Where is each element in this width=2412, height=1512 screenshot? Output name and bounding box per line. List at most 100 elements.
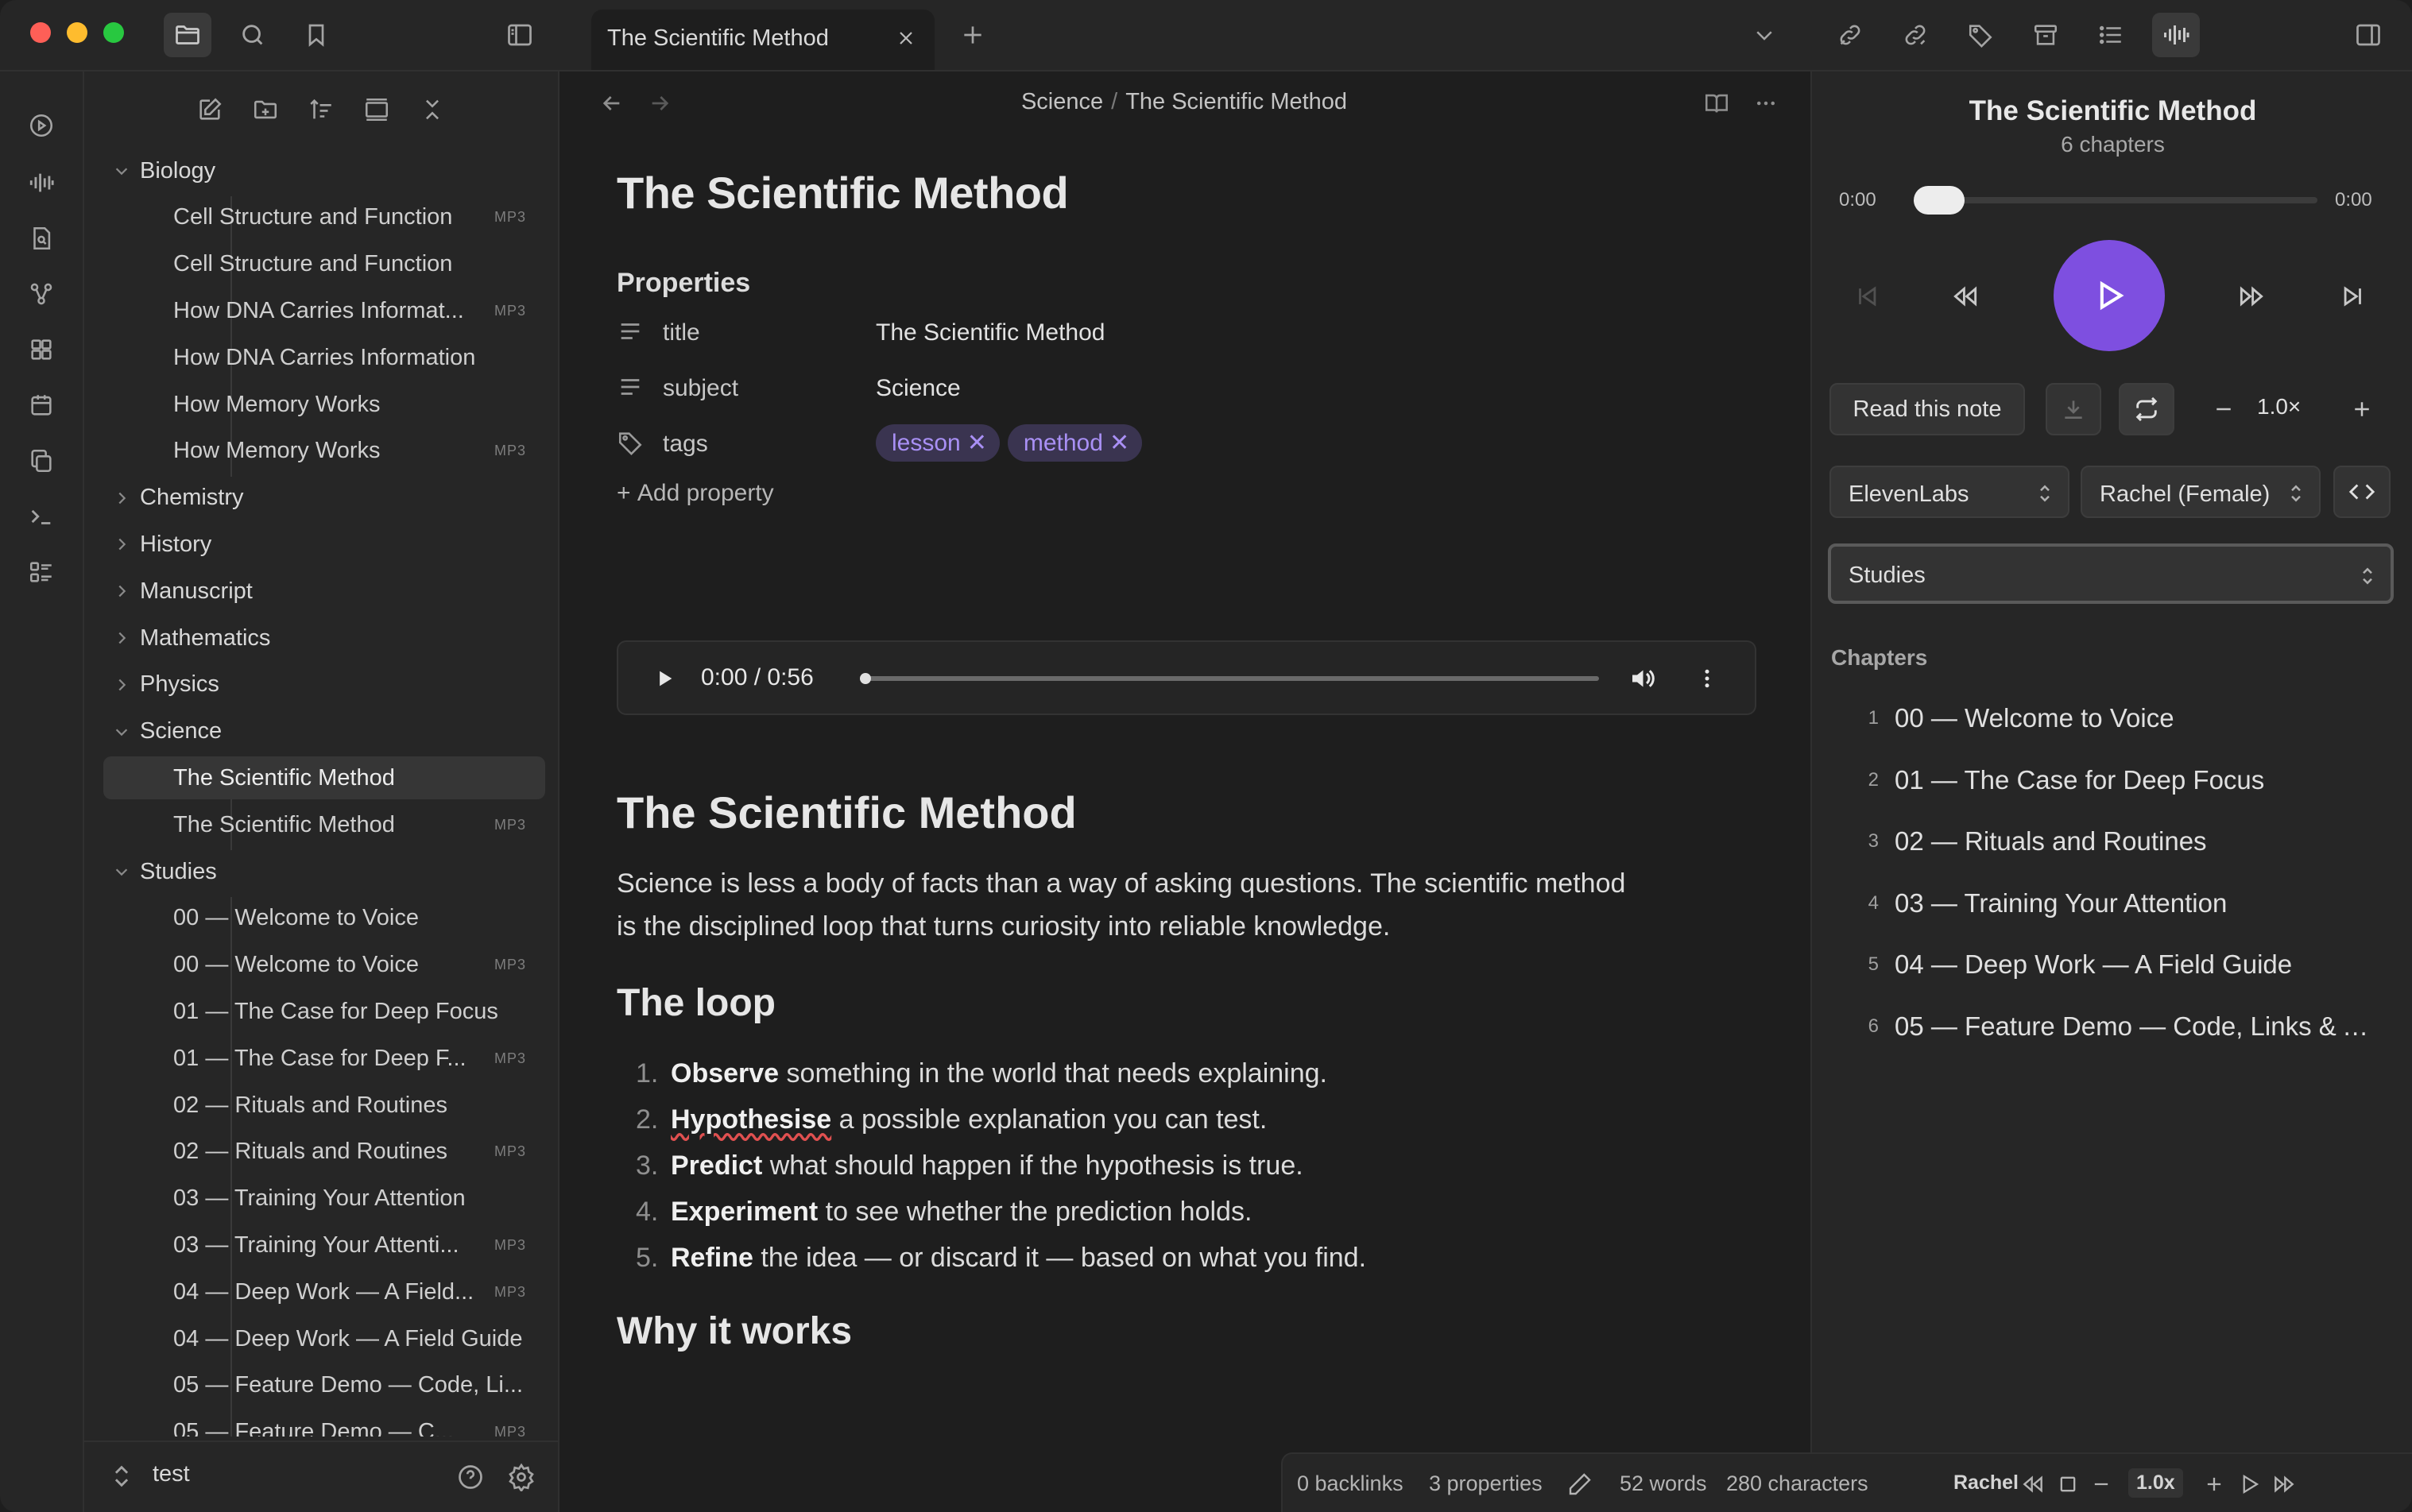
tts-provider-select[interactable]: ElevenLabs — [1829, 466, 2069, 518]
note-title[interactable]: The Scientific Method — [617, 167, 1753, 218]
status-play-button[interactable] — [2233, 1468, 2265, 1500]
remove-tag-icon[interactable]: ✕ — [1109, 430, 1129, 456]
file-item[interactable]: 00 — Welcome to Voice — [103, 897, 545, 940]
fast-forward-button[interactable] — [2224, 269, 2279, 324]
outgoing-links-button[interactable] — [1891, 13, 1939, 57]
file-item[interactable]: How Memory Works — [103, 383, 545, 426]
file-item[interactable]: 05 — Feature Demo — C... MP3 — [103, 1411, 545, 1437]
folder-item[interactable]: Manuscript — [103, 570, 545, 613]
list-item[interactable]: 1. Observe something in the world that ne… — [617, 1050, 1650, 1096]
search-view-button[interactable] — [229, 13, 277, 57]
player-seek-bar[interactable] — [1914, 197, 2317, 203]
folder-item[interactable]: Physics — [103, 663, 545, 706]
status-rewind-button[interactable] — [2017, 1468, 2049, 1500]
download-button[interactable] — [2046, 383, 2101, 435]
property-key[interactable]: title — [663, 319, 700, 346]
properties-count[interactable]: 3 properties — [1429, 1471, 1543, 1496]
status-slower-button[interactable] — [2085, 1468, 2117, 1500]
file-item[interactable]: How Memory Works MP3 — [103, 430, 545, 473]
file-item[interactable]: 04 — Deep Work — A Field Guide — [103, 1317, 545, 1360]
help-button[interactable] — [451, 1458, 490, 1496]
list-item[interactable]: 5. Refine the idea — or discard it — base… — [617, 1235, 1650, 1281]
bookmarks-view-button[interactable] — [292, 13, 340, 57]
graph-view-button[interactable] — [17, 272, 65, 316]
reading-view-button[interactable] — [1696, 83, 1737, 124]
zoom-window-button[interactable] — [103, 22, 124, 43]
chapter-item[interactable]: 1 00 — Welcome to Voice — [1831, 690, 2387, 745]
read-this-note-button[interactable]: Read this note — [1829, 383, 2025, 435]
breadcrumb-note[interactable]: The Scientific Method — [1125, 89, 1347, 114]
command-palette-button[interactable] — [17, 494, 65, 539]
intro-paragraph[interactable]: Science is less a body of facts than a w… — [617, 862, 1650, 948]
file-item[interactable]: How DNA Carries Information — [103, 336, 545, 379]
open-quick-switcher-button[interactable] — [17, 103, 65, 148]
new-folder-button[interactable] — [243, 87, 288, 132]
breadcrumb-folder[interactable]: Science — [1021, 89, 1103, 114]
add-property-button[interactable]: + Add property — [617, 480, 1753, 507]
vault-name[interactable]: test — [153, 1461, 190, 1487]
speed-up-button[interactable] — [2340, 383, 2384, 435]
embed-code-button[interactable] — [2333, 466, 2391, 518]
remove-tag-icon[interactable]: ✕ — [967, 430, 987, 456]
edit-mode-icon[interactable] — [1564, 1468, 1596, 1500]
voice-select[interactable]: Rachel (Female) — [2081, 466, 2321, 518]
tag-pill[interactable]: method ✕ — [1007, 424, 1143, 462]
status-stop-button[interactable] — [2052, 1468, 2084, 1500]
audio-play-button[interactable] — [647, 661, 682, 696]
loop-heading[interactable]: The loop — [617, 981, 1650, 1025]
tab-list-button[interactable] — [1740, 13, 1788, 57]
folder-item[interactable]: Science — [103, 710, 545, 753]
backlinks-button[interactable] — [1826, 13, 1874, 57]
tags-button[interactable] — [1957, 13, 2004, 57]
properties-heading[interactable]: Properties — [617, 268, 1753, 299]
backlinks-count[interactable]: 0 backlinks — [1297, 1471, 1403, 1496]
collapse-all-button[interactable] — [410, 87, 455, 132]
audio-seek-thumb[interactable] — [860, 673, 871, 684]
player-seek-thumb[interactable] — [1914, 186, 1965, 215]
file-item[interactable]: 03 — Training Your Attention — [103, 1178, 545, 1220]
new-note-button[interactable] — [188, 87, 232, 132]
folder-item[interactable]: History — [103, 523, 545, 566]
chapter-item[interactable]: 3 02 — Rituals and Routines — [1831, 813, 2387, 868]
tag-pill[interactable]: lesson ✕ — [876, 424, 1000, 462]
status-voice[interactable]: Rachel — [1953, 1471, 2019, 1495]
file-item[interactable]: 01 — The Case for Deep F... MP3 — [103, 1037, 545, 1080]
status-forward-button[interactable] — [2268, 1468, 2300, 1500]
canvas-button[interactable] — [17, 327, 65, 372]
file-item[interactable]: Cell Structure and Function MP3 — [103, 196, 545, 239]
templates-button[interactable] — [17, 439, 65, 483]
folder-item[interactable]: Biology — [103, 149, 545, 192]
collapse-view-button[interactable] — [354, 87, 399, 132]
next-chapter-button[interactable] — [2325, 269, 2381, 324]
file-item[interactable]: 00 — Welcome to Voice MP3 — [103, 944, 545, 987]
list-item[interactable]: 2. Hypothesise a possible explanation you… — [617, 1096, 1650, 1143]
daily-note-button[interactable] — [17, 383, 65, 427]
toggle-left-sidebar-button[interactable] — [496, 13, 544, 57]
file-item[interactable]: 02 — Rituals and Routines MP3 — [103, 1131, 545, 1174]
speed-down-button[interactable] — [2201, 383, 2246, 435]
vault-switcher-icon[interactable] — [111, 1463, 132, 1494]
checklist-button[interactable] — [17, 550, 65, 594]
file-item[interactable]: 01 — The Case for Deep Focus — [103, 990, 545, 1033]
close-window-button[interactable] — [30, 22, 51, 43]
sort-button[interactable] — [299, 87, 343, 132]
file-item[interactable]: 05 — Feature Demo — Code, Li... — [103, 1364, 545, 1407]
status-faster-button[interactable] — [2198, 1468, 2230, 1500]
play-button[interactable] — [2054, 240, 2165, 351]
toggle-right-sidebar-button[interactable] — [2344, 13, 2392, 57]
audio-seek-bar[interactable] — [860, 673, 1599, 684]
loop-button[interactable] — [2119, 383, 2174, 435]
collection-select[interactable]: Studies — [1828, 543, 2394, 604]
folder-item[interactable]: Studies — [103, 850, 545, 893]
audio-volume-button[interactable] — [1624, 661, 1659, 696]
folder-item[interactable]: Chemistry — [103, 477, 545, 520]
files-view-button[interactable] — [164, 13, 211, 57]
property-value[interactable]: The Scientific Method — [876, 319, 1105, 346]
archive-button[interactable] — [2022, 13, 2069, 57]
tab-close-button[interactable] — [892, 24, 920, 52]
file-item[interactable]: 02 — Rituals and Routines — [103, 1084, 545, 1127]
status-speed[interactable]: 1.0x — [2128, 1468, 2183, 1498]
audio-more-button[interactable] — [1690, 661, 1725, 696]
chapter-item[interactable]: 4 03 — Training Your Attention — [1831, 875, 2387, 930]
property-value[interactable]: Science — [876, 375, 961, 402]
